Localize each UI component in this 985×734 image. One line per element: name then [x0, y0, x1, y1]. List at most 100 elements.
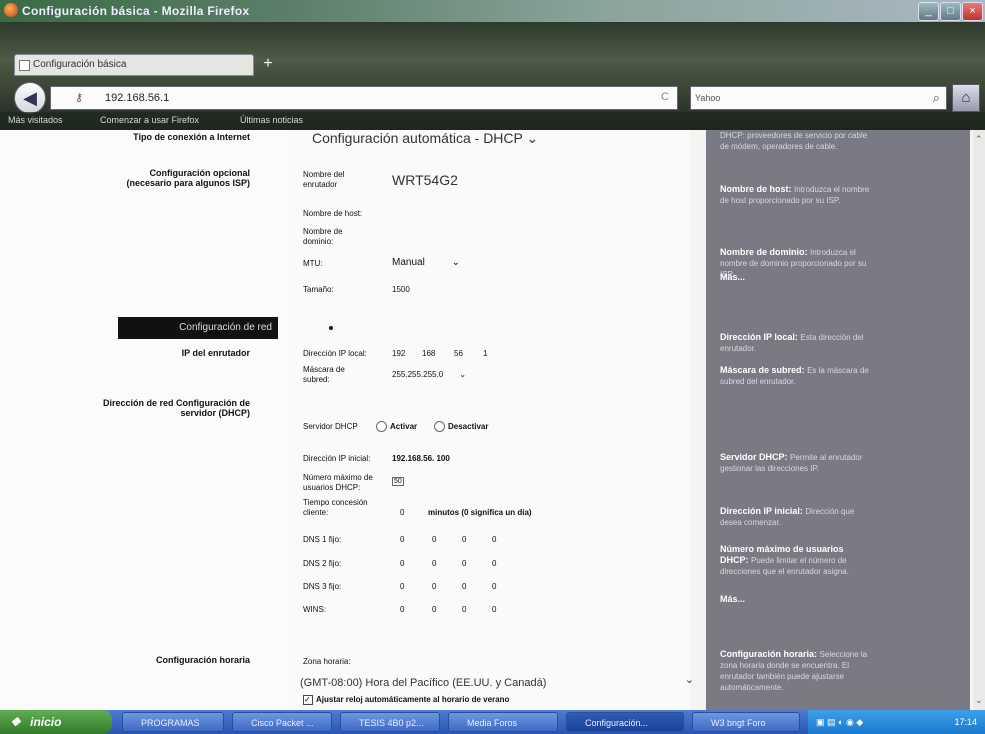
dns-octet-field[interactable]: 0	[400, 605, 404, 614]
dhcp-disable-radio[interactable]	[434, 421, 445, 432]
help-more-link-2[interactable]: Más...	[720, 594, 745, 605]
dns2-label: DNS 2 fijo:	[303, 559, 342, 568]
taskbar-item-media[interactable]: Media Foros	[448, 712, 558, 732]
dns-octet-field[interactable]: 0	[400, 535, 404, 544]
local-ip-octet-4[interactable]: 1	[483, 349, 487, 358]
max-users-value[interactable]: 50	[392, 477, 404, 486]
dns-octet-field[interactable]: 0	[432, 605, 436, 614]
network-settings-tab[interactable]: Configuración de red	[118, 317, 278, 339]
size-label: Tamaño:	[303, 285, 334, 294]
time-settings-label: Configuración horaria	[155, 655, 250, 665]
dns-octet-field[interactable]: 0	[462, 605, 466, 614]
start-ip-value[interactable]: 192.168.56. 100	[392, 454, 450, 463]
start-button[interactable]: ❖ inicio	[0, 710, 112, 734]
bookmark-most-visited[interactable]: Más visitados	[8, 115, 63, 125]
subnet-mask-select[interactable]: 255.255.255.0 ⌄	[392, 370, 466, 379]
help-start-ip: Dirección IP inicial: Dirección que dese…	[720, 506, 855, 527]
search-bar[interactable]: Yahoo ⌕	[690, 86, 947, 110]
help-more-link-1[interactable]: Más...	[720, 272, 745, 283]
connection-type-select[interactable]: Configuración automática - DHCP ⌄	[312, 130, 538, 147]
dns-octet-field[interactable]: 0	[492, 582, 496, 591]
dhcp-disable-label: Desactivar	[448, 422, 489, 431]
chevron-down-icon: ⌄	[684, 674, 694, 686]
dhcp-enable-radio[interactable]	[376, 421, 387, 432]
page-content: Tipo de conexión a Internet Configuració…	[0, 130, 985, 710]
chevron-down-icon: ⌄	[526, 130, 539, 146]
scroll-down-icon[interactable]: ⌄	[975, 695, 983, 706]
dns-octet-field[interactable]: 0	[462, 535, 466, 544]
dns-octet-field[interactable]: 0	[492, 535, 496, 544]
scroll-up-icon[interactable]: ⌃	[975, 134, 983, 145]
dns-octet-field[interactable]: 0	[492, 605, 496, 614]
router-name-value[interactable]: WRT54G2	[392, 172, 458, 188]
local-ip-label: Dirección IP local:	[303, 349, 367, 358]
wins-label: WINS:	[303, 605, 327, 614]
taskbar-item-w3[interactable]: W3 bngt Foro	[692, 712, 800, 732]
taskbar-item-configuracion[interactable]: Configuración...	[566, 712, 684, 732]
chevron-down-icon: ⌄	[451, 257, 460, 268]
host-name-label: Nombre de host:	[303, 209, 363, 218]
dhcp-enable-label: Activar	[390, 422, 418, 431]
dns-octet-field[interactable]: 0	[432, 582, 436, 591]
bookmark-latest-news[interactable]: Últimas noticias	[240, 115, 303, 125]
search-go-icon[interactable]: ⌕	[933, 90, 940, 106]
tray-icons[interactable]: ▣ ▤ ◐ ◉ ◆	[816, 717, 863, 727]
chevron-down-icon: ⌄	[459, 370, 467, 379]
local-ip-octet-1[interactable]: 192	[392, 349, 405, 358]
dns1-label: DNS 1 fijo:	[303, 535, 342, 544]
bullet-dot	[329, 326, 333, 330]
dns-octet-field[interactable]: 0	[492, 559, 496, 568]
taskbar-item-cisco[interactable]: Cisco Packet ...	[232, 712, 332, 732]
connection-type-value: Configuración automática - DHCP	[312, 130, 523, 146]
title-bar: Configuración básica - Mozilla Firefox _…	[0, 0, 985, 22]
start-ip-label: Dirección IP inicial:	[303, 454, 371, 463]
close-button[interactable]: ×	[962, 2, 983, 21]
dns-octet-field[interactable]: 0	[400, 559, 404, 568]
windows-logo-icon: ❖	[10, 715, 21, 729]
back-button[interactable]: ◀	[14, 82, 46, 114]
lease-time-value[interactable]: 0	[400, 508, 404, 517]
dns-octet-field[interactable]: 0	[462, 582, 466, 591]
minimize-button[interactable]: _	[918, 2, 939, 21]
dns-octet-field[interactable]: 0	[400, 582, 404, 591]
help-dhcp: Servidor DHCP: Permite al enrutador gest…	[720, 452, 863, 473]
bookmark-getting-started[interactable]: Comenzar a usar Firefox	[100, 115, 199, 125]
tab-label: Configuración básica	[33, 59, 127, 70]
new-tab-button[interactable]: +	[258, 56, 278, 72]
subnet-mask-label: Máscara de subred:	[303, 365, 345, 384]
maximize-button[interactable]: □	[940, 2, 961, 21]
taskbar-item-programas[interactable]: PROGRAMAS	[122, 712, 224, 732]
firefox-icon	[4, 3, 18, 17]
dst-checkbox[interactable]: ✓	[303, 695, 313, 705]
identity-icon[interactable]: ⚷	[75, 91, 83, 104]
dst-label: Ajustar reloj automáticamente al horario…	[316, 695, 510, 704]
mtu-select[interactable]: Manual ⌄	[392, 257, 460, 268]
search-engine-label: Yahoo	[695, 93, 721, 103]
bookmarks-toolbar: Más visitados Comenzar a usar Firefox Úl…	[0, 112, 985, 130]
window-title: Configuración básica - Mozilla Firefox	[22, 4, 250, 18]
dns3-label: DNS 3 fijo:	[303, 582, 342, 591]
url-bar[interactable]: ⚷ 192.168.56.1 C	[50, 86, 678, 110]
dns-octet-field[interactable]: 0	[432, 559, 436, 568]
subnet-mask-value: 255.255.255.0	[392, 370, 444, 379]
start-label: inicio	[30, 715, 62, 729]
page-scrollbar[interactable]: ⌃ ⌄	[973, 130, 985, 710]
taskbar-item-tesis[interactable]: TESIS 4B0 p2...	[340, 712, 440, 732]
home-button[interactable]: ⌂	[952, 84, 980, 112]
timezone-value: (GMT-08:00) Hora del Pacífico (EE.UU. y …	[300, 677, 547, 689]
tab-configuracion-basica[interactable]: Configuración básica	[14, 54, 254, 76]
clock: 17:14	[954, 717, 977, 727]
lease-time-label: Tiempo concesión cliente:	[303, 498, 368, 517]
help-panel: DHCP: proveedores de servicio por cable …	[706, 130, 970, 710]
size-value[interactable]: 1500	[392, 285, 410, 294]
router-name-label: Nombre del enrutador	[303, 170, 345, 189]
dns-octet-field[interactable]: 0	[432, 535, 436, 544]
local-ip-octet-2[interactable]: 168	[422, 349, 435, 358]
reload-icon[interactable]: C	[661, 91, 669, 103]
help-max-users: Número máximo de usuarios DHCP: Puede li…	[720, 544, 849, 576]
local-ip-octet-3[interactable]: 56	[454, 349, 463, 358]
timezone-select[interactable]: (GMT-08:00) Hora del Pacífico (EE.UU. y …	[300, 673, 698, 691]
help-local-ip: Dirección IP local: Esta dirección del e…	[720, 332, 864, 353]
help-host: Nombre de host: Introduzca el nombre de …	[720, 184, 870, 205]
dns-octet-field[interactable]: 0	[462, 559, 466, 568]
